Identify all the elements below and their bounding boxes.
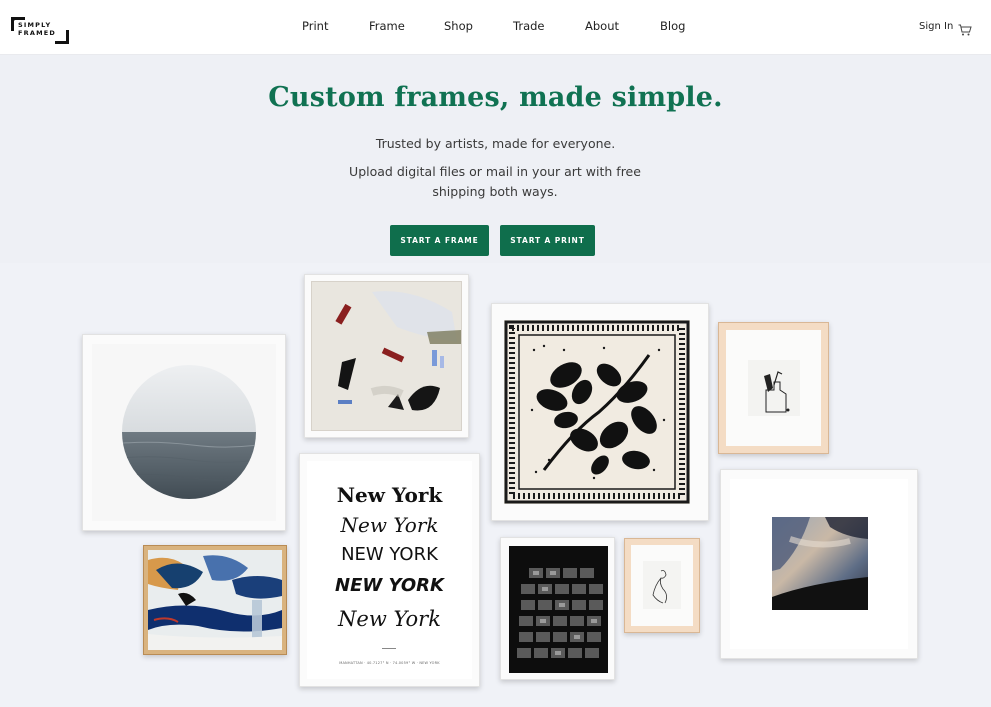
figure-mat <box>631 545 693 626</box>
leaf-pattern-frame[interactable] <box>491 303 709 521</box>
sign-in-link[interactable]: Sign In <box>919 21 953 32</box>
poster-line-2: New York <box>340 513 439 537</box>
watercolor-frame[interactable] <box>720 469 918 659</box>
logo-line-1: SIMPLY <box>18 21 52 29</box>
logo-line-2: FRAMED <box>18 29 56 37</box>
ocean-circle-artwork <box>122 365 256 499</box>
logo-text: SIMPLY FRAMED <box>18 21 56 37</box>
sketch-mat <box>726 330 821 446</box>
contact-sheet-artwork <box>509 546 608 673</box>
poster-mat: New York New York NEW YORK NEW YORK New … <box>307 461 472 679</box>
blue-abstract-frame[interactable] <box>143 545 287 655</box>
start-a-frame-button[interactable]: START A FRAME <box>390 225 489 256</box>
simply-framed-logo[interactable]: SIMPLY FRAMED <box>11 17 69 45</box>
new-york-poster-frame[interactable]: New York New York NEW YORK NEW YORK New … <box>299 453 480 687</box>
hero-tagline: Trusted by artists, made for everyone. <box>375 136 616 151</box>
frame-mat <box>92 344 276 521</box>
blue-abstract-artwork <box>148 550 282 650</box>
contact-sheet-frame[interactable] <box>500 537 615 680</box>
abstract-collage-frame[interactable] <box>304 274 469 438</box>
hand-sketch-wood-frame[interactable] <box>718 322 829 454</box>
nav-item-shop[interactable]: Shop <box>444 19 473 33</box>
nav-item-print[interactable]: Print <box>302 19 328 33</box>
nav-item-trade[interactable]: Trade <box>513 19 545 33</box>
poster-line-5: New York <box>338 607 441 631</box>
abstract-collage-artwork <box>311 281 462 431</box>
leaf-pattern-artwork <box>504 320 690 504</box>
nav-item-about[interactable]: About <box>585 19 619 33</box>
poster-divider <box>382 648 396 649</box>
poster-caption: MANHATTAN · 40.7127° N · 74.0059° W · NE… <box>339 661 440 665</box>
start-a-print-button[interactable]: START A PRINT <box>500 225 595 256</box>
hero-headline: Custom frames, made simple. <box>268 82 723 113</box>
nav-item-blog[interactable]: Blog <box>660 19 685 33</box>
poster-line-1: New York <box>336 483 443 507</box>
cart-icon[interactable] <box>958 21 972 36</box>
figure-sketch-artwork <box>643 561 681 609</box>
poster-line-4: NEW YORK <box>335 575 444 596</box>
ocean-circle-frame[interactable] <box>82 334 286 531</box>
hand-sketch-artwork <box>748 360 800 416</box>
hero-description: Upload digital files or mail in your art… <box>349 164 641 199</box>
watercolor-mat <box>730 479 908 649</box>
nav-item-frame[interactable]: Frame <box>369 19 405 33</box>
site-header: SIMPLY FRAMED Print Frame Shop Trade Abo… <box>0 0 991 55</box>
watercolor-artwork <box>772 517 868 610</box>
figure-sketch-wood-frame[interactable] <box>624 538 700 633</box>
poster-line-3: NEW YORK <box>341 544 438 565</box>
